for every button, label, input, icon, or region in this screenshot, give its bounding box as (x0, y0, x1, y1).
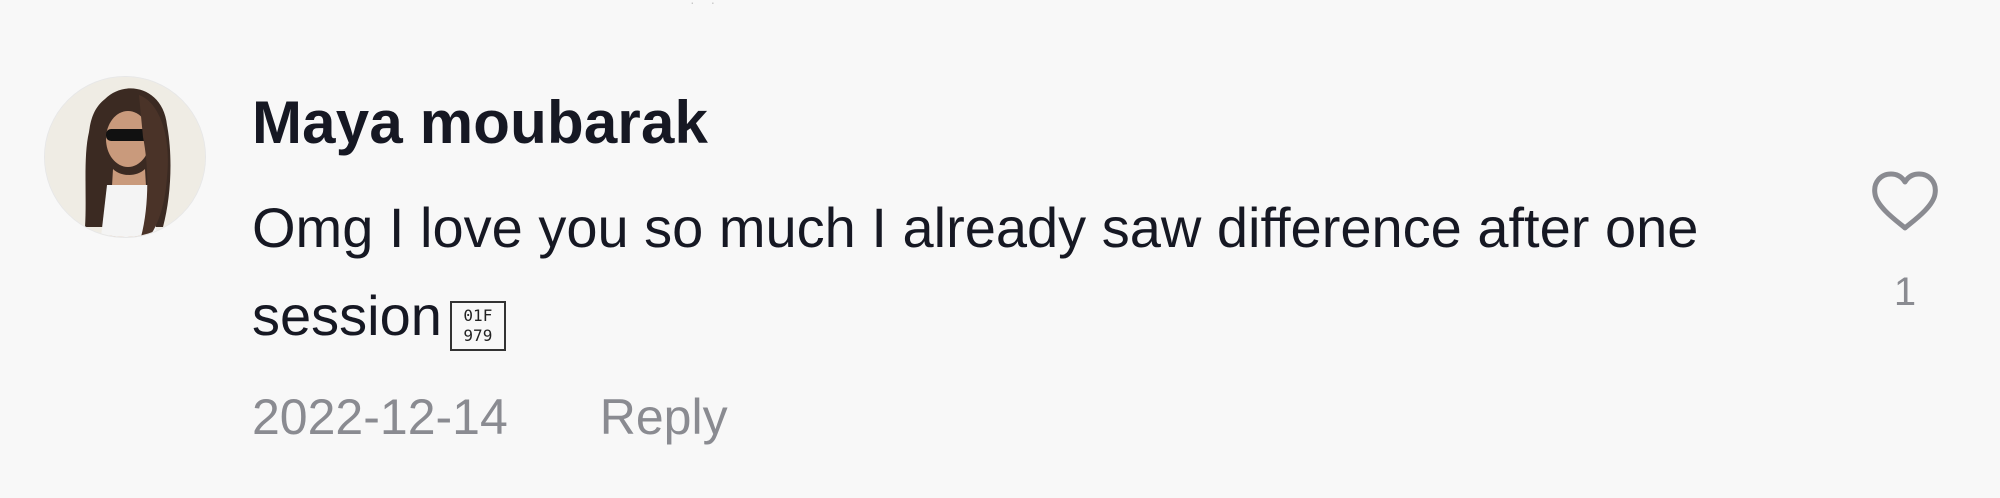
heart-outline-icon[interactable] (1869, 170, 1941, 234)
missing-emoji-glyph: 01F 979 (449, 301, 506, 351)
comment-author[interactable]: Maya moubarak (252, 88, 708, 157)
reply-button[interactable]: Reply (600, 389, 728, 445)
comment-item: Maya moubarak Omg I love you so much I a… (0, 0, 2000, 498)
comment-date: 2022-12-14 (252, 389, 508, 445)
avatar-photo (45, 77, 205, 237)
comment-meta: 2022-12-14 Reply (252, 388, 728, 446)
like-control: 1 (1864, 170, 1946, 315)
avatar[interactable] (44, 76, 206, 238)
comment-text: Omg I love you so much I already saw dif… (252, 184, 1812, 360)
like-count: 1 (1893, 270, 1917, 314)
